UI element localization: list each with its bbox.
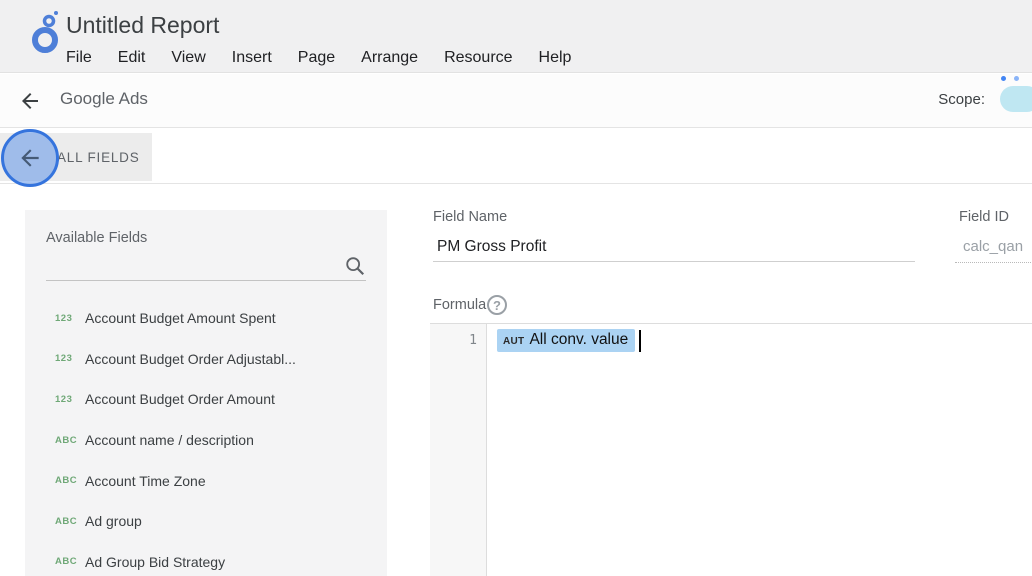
list-item[interactable]: 123 Account Budget Amount Spent (25, 298, 387, 339)
menu-help[interactable]: Help (539, 47, 572, 69)
back-arrow-icon (17, 145, 43, 171)
scope-toggle[interactable] (1000, 86, 1032, 112)
list-item[interactable]: ABC Account Time Zone (25, 460, 387, 501)
list-item[interactable]: 123 Account Budget Order Adjustabl... (25, 339, 387, 380)
menu-page[interactable]: Page (298, 47, 335, 69)
search-field-row (46, 254, 366, 281)
numeric-type-icon: 123 (55, 353, 85, 364)
datasource-bar: Google Ads Scope: (0, 74, 1032, 128)
mini-dot-icon (1014, 76, 1019, 81)
report-title[interactable]: Untitled Report (66, 12, 219, 39)
formula-line: AUT All conv. value (497, 329, 641, 352)
numeric-type-icon: 123 (55, 313, 85, 324)
auto-type-icon: AUT (503, 336, 524, 347)
menubar: File Edit View Insert Page Arrange Resou… (66, 47, 571, 69)
list-item[interactable]: 123 Account Budget Order Amount (25, 379, 387, 420)
editor-gutter: 1 (430, 324, 487, 576)
menu-view[interactable]: View (171, 47, 205, 69)
text-type-icon: ABC (55, 435, 85, 446)
data-studio-logo-icon[interactable] (24, 8, 64, 56)
back-arrow-icon[interactable] (18, 89, 42, 113)
formula-editor[interactable]: 1 AUT All conv. value (430, 323, 1032, 576)
text-cursor (639, 330, 641, 352)
field-name-input[interactable] (433, 232, 915, 261)
field-id-wrap: calc_qan (955, 232, 1032, 263)
field-name-wrap (433, 232, 915, 262)
field-chip[interactable]: AUT All conv. value (497, 329, 635, 352)
menu-edit[interactable]: Edit (118, 47, 146, 69)
menu-arrange[interactable]: Arrange (361, 47, 418, 69)
formula-label: Formula (433, 297, 486, 313)
list-item[interactable]: ABC Account name / description (25, 420, 387, 461)
menu-resource[interactable]: Resource (444, 47, 512, 69)
tab-all-fields-label: ALL FIELDS (57, 150, 140, 165)
available-fields-panel: Available Fields 123 Account Budget Amou… (25, 210, 387, 576)
looker-studio-window: Untitled Report File Edit View Insert Pa… (0, 0, 1032, 576)
mini-dot-icon (1001, 76, 1006, 81)
list-item[interactable]: ABC Ad group (25, 501, 387, 542)
field-list: 123 Account Budget Amount Spent 123 Acco… (25, 298, 387, 576)
formula-code-area[interactable]: AUT All conv. value (488, 324, 1032, 576)
field-id-label: Field ID (959, 209, 1009, 225)
click-highlight-back-button[interactable] (1, 129, 59, 187)
numeric-type-icon: 123 (55, 394, 85, 405)
list-item[interactable]: ABC Ad Group Bid Strategy (25, 542, 387, 576)
search-icon[interactable] (344, 255, 366, 277)
scope-label: Scope: (938, 91, 985, 108)
available-fields-title: Available Fields (46, 230, 147, 246)
menu-file[interactable]: File (66, 47, 92, 69)
datasource-name: Google Ads (60, 89, 148, 109)
tab-bar: ALL FIELDS (0, 129, 1032, 184)
text-type-icon: ABC (55, 516, 85, 527)
line-number: 1 (469, 333, 477, 348)
text-type-icon: ABC (55, 475, 85, 486)
field-id-value[interactable]: calc_qan (955, 232, 1032, 262)
app-header: Untitled Report File Edit View Insert Pa… (0, 0, 1032, 73)
search-input[interactable] (46, 254, 336, 280)
menu-insert[interactable]: Insert (232, 47, 272, 69)
help-icon[interactable]: ? (487, 295, 507, 315)
field-name-label: Field Name (433, 209, 507, 225)
text-type-icon: ABC (55, 556, 85, 567)
